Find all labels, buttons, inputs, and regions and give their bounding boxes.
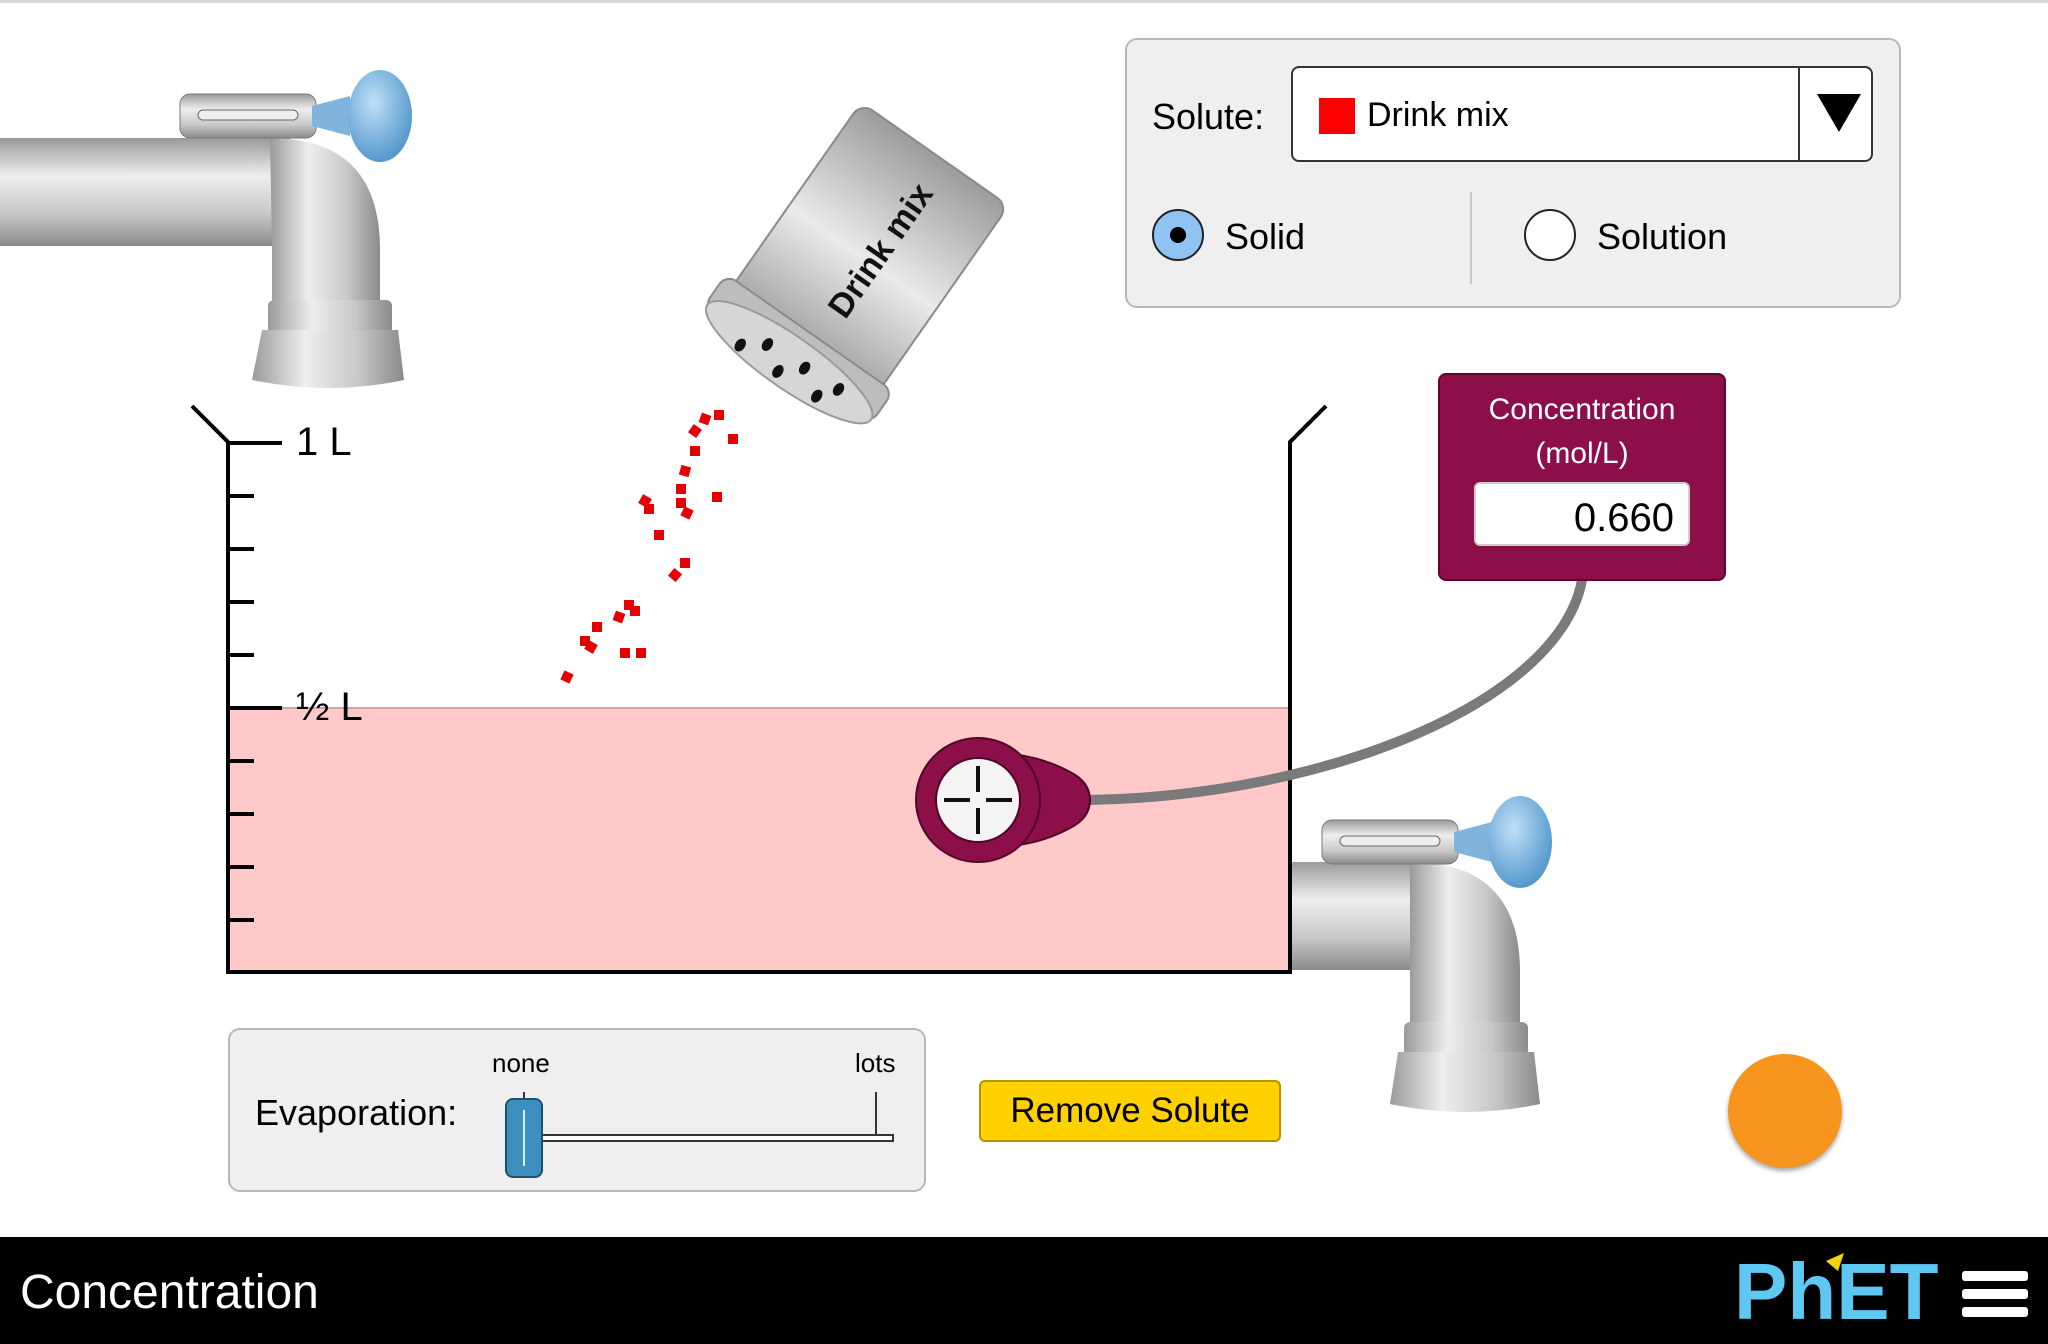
solute-label: Solute:	[1152, 96, 1265, 137]
tick-label-1l: 1 L	[296, 420, 352, 464]
phet-logo[interactable]: PhET	[1734, 1249, 1944, 1333]
evaporation-label: Evaporation:	[255, 1092, 458, 1133]
meter-title: Concentration	[1488, 393, 1676, 426]
evaporation-slider-thumb[interactable]	[505, 1098, 543, 1178]
menu-icon[interactable]	[1962, 1271, 2028, 1317]
radio-dot	[1170, 227, 1186, 243]
meter-readout: 0.660	[1474, 482, 1690, 546]
input-faucet[interactable]	[0, 70, 412, 388]
thumb-grip	[523, 1110, 525, 1166]
solute-particles	[560, 410, 738, 684]
panel-divider	[1470, 192, 1472, 284]
evaporation-panel: Evaporation: none lots	[228, 1028, 926, 1192]
concentration-meter[interactable]: Concentration (mol/L) 0.660	[1438, 373, 1726, 581]
tick-label-half-l: ½ L	[296, 685, 363, 729]
solute-panel: Solute: Drink mix Solid Solution	[1125, 38, 1901, 308]
solution-radio-button[interactable]	[1524, 209, 1576, 261]
meter-units: (mol/L)	[1535, 437, 1629, 470]
evaporation-max-label: lots	[855, 1048, 896, 1078]
evaporation-min-label: none	[492, 1048, 550, 1078]
solution-fill	[228, 708, 1290, 972]
navigation-bar: Concentration PhET	[0, 1237, 2048, 1344]
solute-selected-value: Drink mix	[1367, 96, 1509, 134]
solid-radio-button[interactable]	[1152, 209, 1204, 261]
remove-solute-button[interactable]: Remove Solute	[979, 1080, 1281, 1142]
evaporation-slider-track[interactable]	[524, 1134, 894, 1142]
solute-combo-box[interactable]: Drink mix	[1291, 66, 1873, 162]
meter-value: 0.660	[1573, 496, 1674, 540]
drink-mix-shaker[interactable]: Drink mix	[691, 96, 1019, 442]
solute-color-swatch	[1319, 98, 1355, 134]
solid-radio-label[interactable]: Solid	[1225, 216, 1305, 258]
drain-faucet[interactable]	[1290, 796, 1552, 1112]
dropdown-arrow-icon[interactable]	[1817, 94, 1861, 132]
reset-all-button[interactable]	[1728, 1054, 1842, 1168]
sim-title: Concentration	[20, 1266, 319, 1319]
combo-divider	[1798, 68, 1800, 160]
solution-radio-label[interactable]: Solution	[1597, 216, 1727, 258]
evaporation-max-tick	[875, 1092, 877, 1136]
